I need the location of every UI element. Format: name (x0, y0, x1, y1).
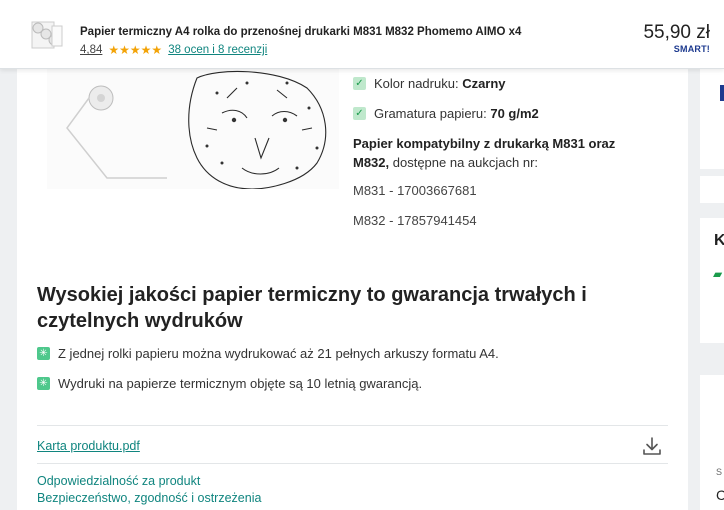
safety-compliance-link[interactable]: Bezpieczeństwo, zgodność i ostrzeżenia (37, 491, 261, 505)
list-item-text: Wydruki na papierze termicznym objęte są… (58, 376, 423, 391)
compatibility-note: Papier kompatybilny z drukarką M831 oraz… (353, 134, 653, 172)
spec-value: Czarny (462, 76, 506, 91)
spec-value: 70 g/m2 (490, 106, 539, 121)
right-panel-strip (700, 176, 724, 203)
reviews-link[interactable]: 38 ocen i 8 recenzji (168, 44, 267, 56)
right-panel-accent (720, 85, 724, 101)
spec-label: Kolor nadruku: (374, 76, 459, 91)
smart-badge-label: SMART! (673, 44, 710, 54)
rating-row: 4,84 ★★★★★ 38 ocen i 8 recenzji (80, 43, 267, 57)
truck-icon: ▰ (713, 267, 723, 281)
spec-paper-weight: ✓ Gramatura papieru: 70 g/m2 (353, 106, 539, 121)
check-icon: ✓ (353, 107, 366, 120)
section-heading: Wysokiej jakości papier termiczny to gwa… (37, 284, 587, 332)
list-item: ✳ Wydruki na papierze termicznym objęte … (37, 376, 422, 391)
product-description-card: ✓ Kolor nadruku: Czarny ✓ Gramatura papi… (17, 68, 688, 510)
list-item-text: Z jednej rolki papieru można wydrukować … (58, 346, 499, 361)
sparkle-icon: ✳ (37, 347, 50, 360)
right-panel-text: C (716, 487, 724, 503)
sparkle-icon: ✳ (37, 377, 50, 390)
right-panel-top (700, 68, 724, 169)
compatibility-rest: dostępne na aukcjach nr: (389, 155, 539, 170)
product-image (47, 68, 339, 189)
spec-label: Gramatura papieru: (374, 106, 487, 121)
divider (37, 425, 668, 426)
rating-value[interactable]: 4,84 (80, 44, 102, 56)
auction-code-m832: M832 - 17857941454 (353, 213, 477, 228)
product-thumbnail[interactable] (28, 16, 66, 54)
product-sticky-header: Papier termiczny A4 rolka do przenośnej … (0, 0, 724, 69)
product-title: Papier termiczny A4 rolka do przenośnej … (80, 26, 522, 38)
divider (37, 463, 668, 464)
auction-code-m831: M831 - 17003667681 (353, 183, 477, 198)
product-responsibility-link[interactable]: Odpowiedzialność za produkt (37, 474, 200, 488)
right-panel-small-text: S (716, 467, 723, 477)
rating-stars-icon: ★★★★★ (108, 43, 163, 57)
smart-badge: SMART! (674, 44, 710, 54)
list-item: ✳ Z jednej rolki papieru można wydrukowa… (37, 346, 499, 361)
product-card-pdf-link[interactable]: Karta produktu.pdf (37, 439, 140, 453)
download-icon[interactable] (641, 435, 663, 457)
spec-print-color: ✓ Kolor nadruku: Czarny (353, 76, 506, 91)
check-icon: ✓ (353, 77, 366, 90)
right-panel-heading: K (714, 232, 724, 249)
price: 55,90 zł (643, 22, 710, 43)
